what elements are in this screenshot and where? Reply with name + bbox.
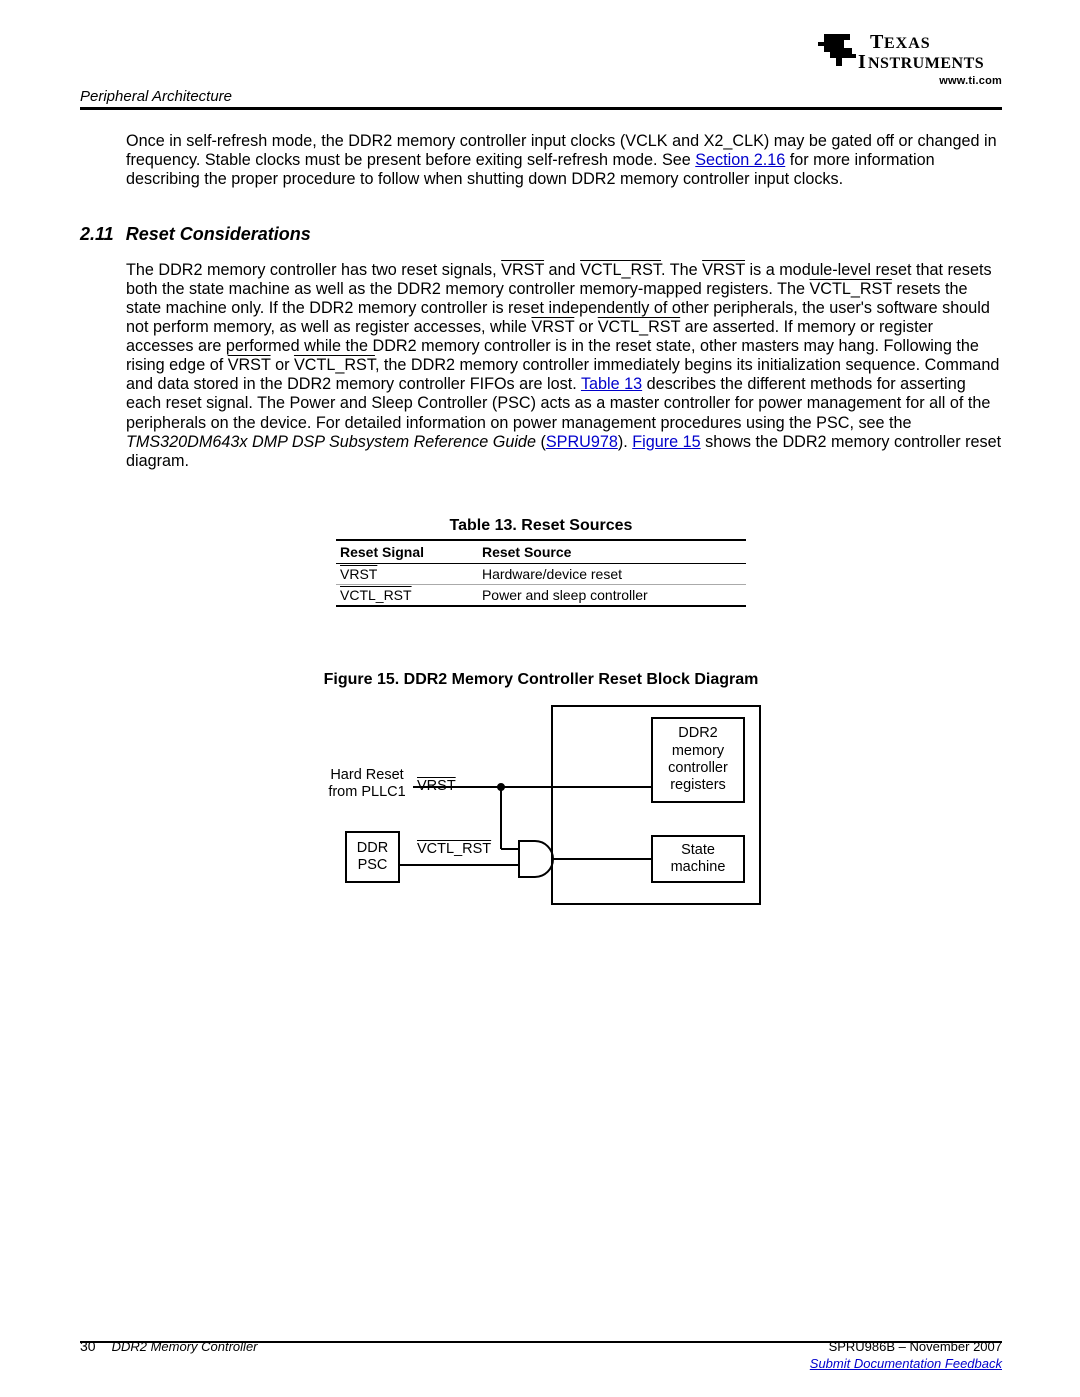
text: or (271, 356, 294, 374)
signal-vrst: VRST (531, 318, 574, 336)
label-vrst: VRST (417, 778, 456, 795)
signal-vrst: VRST (501, 261, 544, 279)
intro-paragraph: Once in self-refresh mode, the DDR2 memo… (126, 132, 1002, 189)
text: The DDR2 memory controller has two reset… (126, 261, 501, 279)
page-number: 30 (80, 1338, 96, 1354)
body: Once in self-refresh mode, the DDR2 memo… (80, 116, 1002, 905)
table-row: VCTL_RST Power and sleep controller (336, 584, 746, 606)
reset-block-diagram: Hard Reset from PLLC1 VRST VCTL_RST DDR … (321, 705, 761, 905)
box-registers: DDR2 memory controller registers (651, 717, 745, 803)
svg-text:EXAS: EXAS (884, 35, 931, 52)
running-head: Peripheral Architecture (80, 88, 232, 105)
section-number: 2.11 (80, 224, 114, 244)
svg-text:T: T (870, 31, 884, 53)
table-header-row: Reset Signal Reset Source (336, 540, 746, 564)
page-footer: 30 DDR2 Memory Controller SPRU986B – Nov… (80, 1338, 1002, 1373)
link-section-2-16[interactable]: Section 2.16 (695, 151, 785, 169)
svg-text:I: I (858, 51, 866, 72)
signal-vctl-rst: VCTL_RST (294, 356, 375, 374)
label-hard-reset: Hard Reset from PLLC1 (321, 767, 413, 802)
ti-logo-icon: T EXAS I NSTRUMENTS (812, 28, 1002, 72)
signal-vrst: VRST (340, 566, 377, 582)
signal-vctl-rst: VCTL_RST (598, 318, 680, 336)
table-13: Table 13. Reset Sources Reset Signal Res… (80, 517, 1002, 607)
text: ). (618, 433, 632, 451)
table-row: VRST Hardware/device reset (336, 563, 746, 584)
signal-vctl-rst: VCTL_RST (340, 587, 412, 603)
text: . The (661, 261, 702, 279)
link-figure-15[interactable]: Figure 15 (632, 433, 700, 451)
ti-url[interactable]: www.ti.com (812, 75, 1002, 87)
header-rule (80, 107, 1002, 110)
figure-caption: Figure 15. DDR2 Memory Controller Reset … (80, 671, 1002, 689)
text: ( (536, 433, 546, 451)
section-title: Reset Considerations (126, 224, 311, 244)
cell: Hardware/device reset (478, 563, 746, 584)
footer-right: SPRU986B – November 2007 Submit Document… (810, 1338, 1002, 1373)
cell: VCTL_RST (336, 584, 478, 606)
link-submit-feedback[interactable]: Submit Documentation Feedback (810, 1356, 1002, 1371)
svg-text:NSTRUMENTS: NSTRUMENTS (868, 55, 984, 72)
footer-left: 30 DDR2 Memory Controller (80, 1338, 258, 1354)
reset-sources-table: Reset Signal Reset Source VRST Hardware/… (336, 539, 746, 607)
signal-vctl-rst: VCTL_RST (580, 261, 661, 279)
signal-vctl-rst: VCTL_RST (809, 280, 891, 298)
col-reset-source: Reset Source (478, 540, 746, 564)
section-heading: 2.11 Reset Considerations (80, 224, 1002, 245)
col-reset-signal: Reset Signal (336, 540, 478, 564)
ref-guide-title: TMS320DM643x DMP DSP Subsystem Reference… (126, 433, 536, 451)
table-caption: Table 13. Reset Sources (80, 517, 1002, 535)
page: T EXAS I NSTRUMENTS www.ti.com Periphera… (0, 0, 1080, 1397)
reset-paragraph: The DDR2 memory controller has two reset… (126, 261, 1002, 471)
doc-title: DDR2 Memory Controller (112, 1339, 258, 1354)
cell: VRST (336, 563, 478, 584)
text: and (544, 261, 580, 279)
label-vctl-rst: VCTL_RST (417, 841, 491, 858)
doc-id: SPRU986B – November 2007 (810, 1338, 1002, 1356)
signal-vrst: VRST (228, 356, 271, 374)
text: or (574, 318, 597, 336)
box-state-machine: State machine (651, 835, 745, 883)
cell: Power and sleep controller (478, 584, 746, 606)
box-ddr-psc: DDR PSC (345, 831, 400, 883)
figure-15: Figure 15. DDR2 Memory Controller Reset … (80, 671, 1002, 905)
ti-logo-block: T EXAS I NSTRUMENTS www.ti.com (812, 28, 1002, 87)
link-spru978[interactable]: SPRU978 (546, 433, 618, 451)
link-table-13[interactable]: Table 13 (581, 375, 642, 393)
signal-vrst: VRST (702, 261, 745, 279)
